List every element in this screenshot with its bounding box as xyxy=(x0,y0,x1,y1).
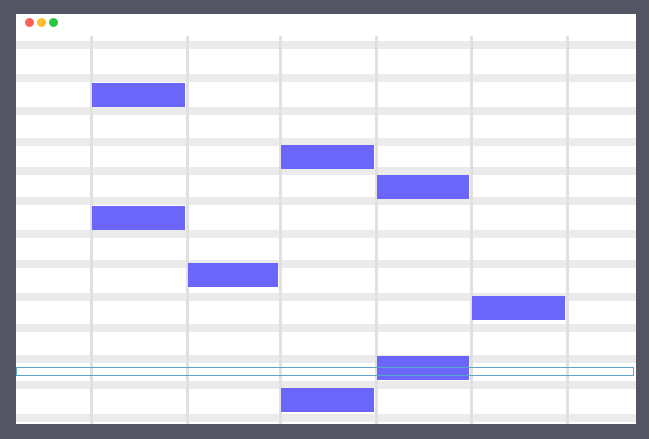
schedule-block[interactable] xyxy=(377,175,469,199)
schedule-grid[interactable] xyxy=(16,28,636,424)
column-divider xyxy=(470,36,473,424)
schedule-block[interactable] xyxy=(281,145,374,169)
title-bar xyxy=(16,14,636,28)
row-separator xyxy=(16,260,636,268)
zoom-window-icon[interactable] xyxy=(49,18,58,27)
schedule-block[interactable] xyxy=(92,83,185,107)
column-divider xyxy=(279,36,282,424)
row-separator xyxy=(16,41,636,49)
minimize-window-icon[interactable] xyxy=(37,18,46,27)
selected-row-highlight xyxy=(16,367,634,376)
row-separator xyxy=(16,230,636,238)
row-separator xyxy=(16,74,636,82)
schedule-block[interactable] xyxy=(188,263,278,287)
row-separator xyxy=(16,324,636,332)
schedule-block[interactable] xyxy=(472,296,565,320)
app-window xyxy=(16,14,636,424)
close-window-icon[interactable] xyxy=(25,18,34,27)
schedule-block[interactable] xyxy=(281,388,374,412)
row-separator xyxy=(16,414,636,422)
column-divider xyxy=(186,36,189,424)
schedule-block[interactable] xyxy=(92,206,185,230)
column-divider xyxy=(566,36,569,424)
row-separator xyxy=(16,355,636,363)
row-separator xyxy=(16,197,636,205)
row-separator xyxy=(16,107,636,115)
